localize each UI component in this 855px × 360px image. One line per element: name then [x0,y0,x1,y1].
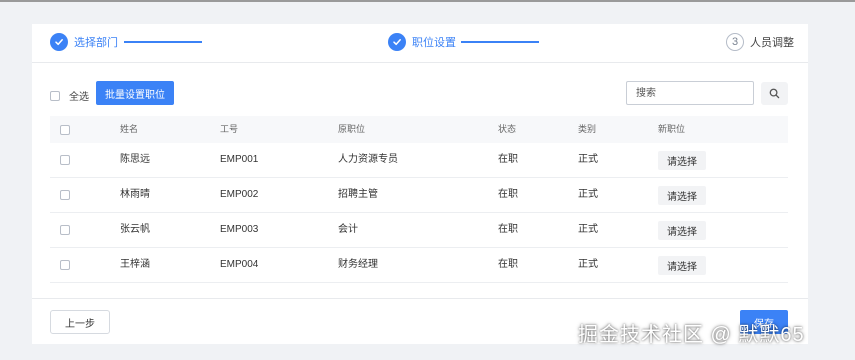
cell-old-position: 招聘主管 [338,189,378,200]
step-select-department[interactable]: 选择部门 [50,32,118,52]
row-checkbox[interactable] [60,225,70,235]
header-divider [32,62,808,63]
select-all-checkbox[interactable] [50,90,60,101]
cell-old-position: 会计 [338,224,358,235]
cell-status: 在职 [498,154,518,165]
cell-name: 陈思远 [120,154,150,165]
watermark: 掘金技术社区 @ 默默65 [578,324,805,346]
table-row: 王梓涵 EMP004 财务经理 在职 正式 请选择 [50,248,788,283]
check-icon [388,33,406,51]
cell-name: 林雨晴 [120,189,150,200]
cell-category: 正式 [578,224,598,235]
step-number: 3 [726,33,744,51]
table-row: 陈思远 EMP001 人力资源专员 在职 正式 请选择 [50,143,788,178]
select-all-label: 全选 [69,92,89,103]
check-icon [50,33,68,51]
row-checkbox[interactable] [60,190,70,200]
cell-name: 王梓涵 [120,259,150,270]
column-header-new-position: 新职位 [658,124,686,134]
cell-id: EMP001 [220,154,259,165]
column-header-status: 状态 [498,124,517,134]
cell-status: 在职 [498,189,518,200]
cell-id: EMP003 [220,224,259,235]
search-icon [769,88,780,99]
search-button[interactable] [761,82,788,105]
select-all[interactable]: 全选 [50,88,89,103]
new-position-select[interactable]: 请选择 [658,186,706,205]
new-position-select[interactable]: 请选择 [658,256,706,275]
cell-category: 正式 [578,189,598,200]
step-connector [124,41,202,43]
cell-id: EMP004 [220,259,259,270]
footer-divider [32,298,808,299]
cell-old-position: 人力资源专员 [338,154,398,165]
row-checkbox[interactable] [60,260,70,270]
table-header: 姓名 工号 原职位 状态 类别 新职位 [50,116,788,143]
cell-category: 正式 [578,154,598,165]
header-checkbox[interactable] [60,125,70,135]
row-checkbox[interactable] [60,155,70,165]
cell-old-position: 财务经理 [338,259,378,270]
step-staff-adjustment[interactable]: 3 人员调整 [726,32,794,52]
table-row: 张云帆 EMP003 会计 在职 正式 请选择 [50,213,788,248]
table-row: 林雨晴 EMP002 招聘主管 在职 正式 请选择 [50,178,788,213]
new-position-select[interactable]: 请选择 [658,221,706,240]
search-input[interactable] [626,81,754,105]
column-header-old-position: 原职位 [338,124,366,134]
column-header-name: 姓名 [120,124,139,134]
previous-step-button[interactable]: 上一步 [50,310,110,334]
step-connector [461,41,539,43]
cell-status: 在职 [498,259,518,270]
cell-status: 在职 [498,224,518,235]
step-position-settings[interactable]: 职位设置 [388,32,456,52]
step-label: 人员调整 [750,37,794,49]
cell-category: 正式 [578,259,598,270]
batch-set-position-button[interactable]: 批量设置职位 [96,81,174,105]
new-position-select[interactable]: 请选择 [658,151,706,170]
window-top-border [0,0,855,2]
column-header-id: 工号 [220,124,239,134]
step-label: 职位设置 [412,37,456,49]
cell-id: EMP002 [220,189,259,200]
cell-name: 张云帆 [120,224,150,235]
column-header-category: 类别 [578,124,597,134]
step-label: 选择部门 [74,37,118,49]
